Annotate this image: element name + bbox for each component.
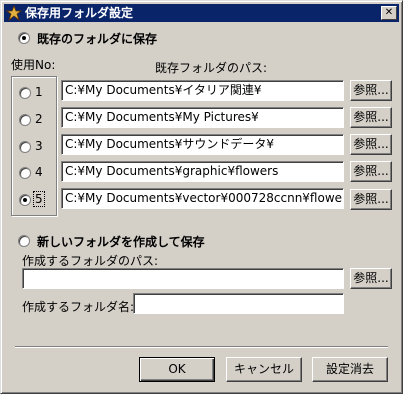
window-title: 保存用フォルダ設定 [25,6,134,20]
use-no-label-1: 1 [35,85,43,99]
use-no-label-3: 3 [35,139,43,153]
separator [15,346,388,348]
new-folder-label[interactable]: 新しいフォルダを作成して保存 [37,233,205,250]
browse-button-4[interactable]: 参照... [350,161,392,182]
cancel-button[interactable]: キャンセル [226,357,302,382]
use-no-label-5: 5 [33,191,45,207]
browse-button-1[interactable]: 参照... [350,80,392,101]
close-button[interactable]: ✕ [381,6,397,20]
browse-button-3[interactable]: 参照... [350,134,392,155]
existing-path-header: 既存フォルダのパス: [155,61,268,75]
existing-path-field-2[interactable]: C:¥My Documents¥My Pictures¥ [61,107,344,128]
new-path-field[interactable] [22,268,344,289]
existing-folder-radio[interactable] [18,32,30,44]
new-folder-radio[interactable] [18,235,30,247]
title-bar[interactable]: 保存用フォルダ設定 ✕ [4,4,399,22]
dialog-window: 保存用フォルダ設定 ✕ 既存のフォルダに保存 使用No: 既存フォルダのパス: … [0,0,403,394]
close-icon: ✕ [384,7,394,18]
existing-path-field-3[interactable]: C:¥My Documents¥サウンドデータ¥ [61,134,344,155]
existing-path-field-5[interactable]: C:¥My Documents¥vector¥000728ccnn¥flower… [61,188,344,209]
use-no-label-2: 2 [35,112,43,126]
new-path-label: 作成するフォルダのパス: [22,254,159,268]
use-no-label: 使用No: [11,58,56,72]
use-no-radio-5[interactable] [19,194,31,206]
new-path-browse-button[interactable]: 参照... [350,268,392,289]
browse-button-5[interactable]: 参照... [350,189,392,210]
new-name-label: 作成するフォルダ名: [22,300,135,314]
existing-folder-label[interactable]: 既存のフォルダに保存 [37,30,157,47]
use-no-radio-4[interactable] [19,167,31,179]
use-no-radio-3[interactable] [19,141,31,153]
browse-button-2[interactable]: 参照... [350,107,392,128]
existing-path-field-1[interactable]: C:¥My Documents¥イタリア関連¥ [61,80,344,101]
clear-settings-button[interactable]: 設定消去 [312,357,388,382]
ok-button[interactable]: OK [139,357,215,382]
use-no-radio-2[interactable] [19,114,31,126]
use-no-radio-1[interactable] [19,87,31,99]
new-name-field[interactable] [133,293,344,314]
existing-path-field-4[interactable]: C:¥My Documents¥graphic¥flowers [61,161,344,182]
use-no-label-4: 4 [35,165,43,179]
app-icon [6,5,22,21]
